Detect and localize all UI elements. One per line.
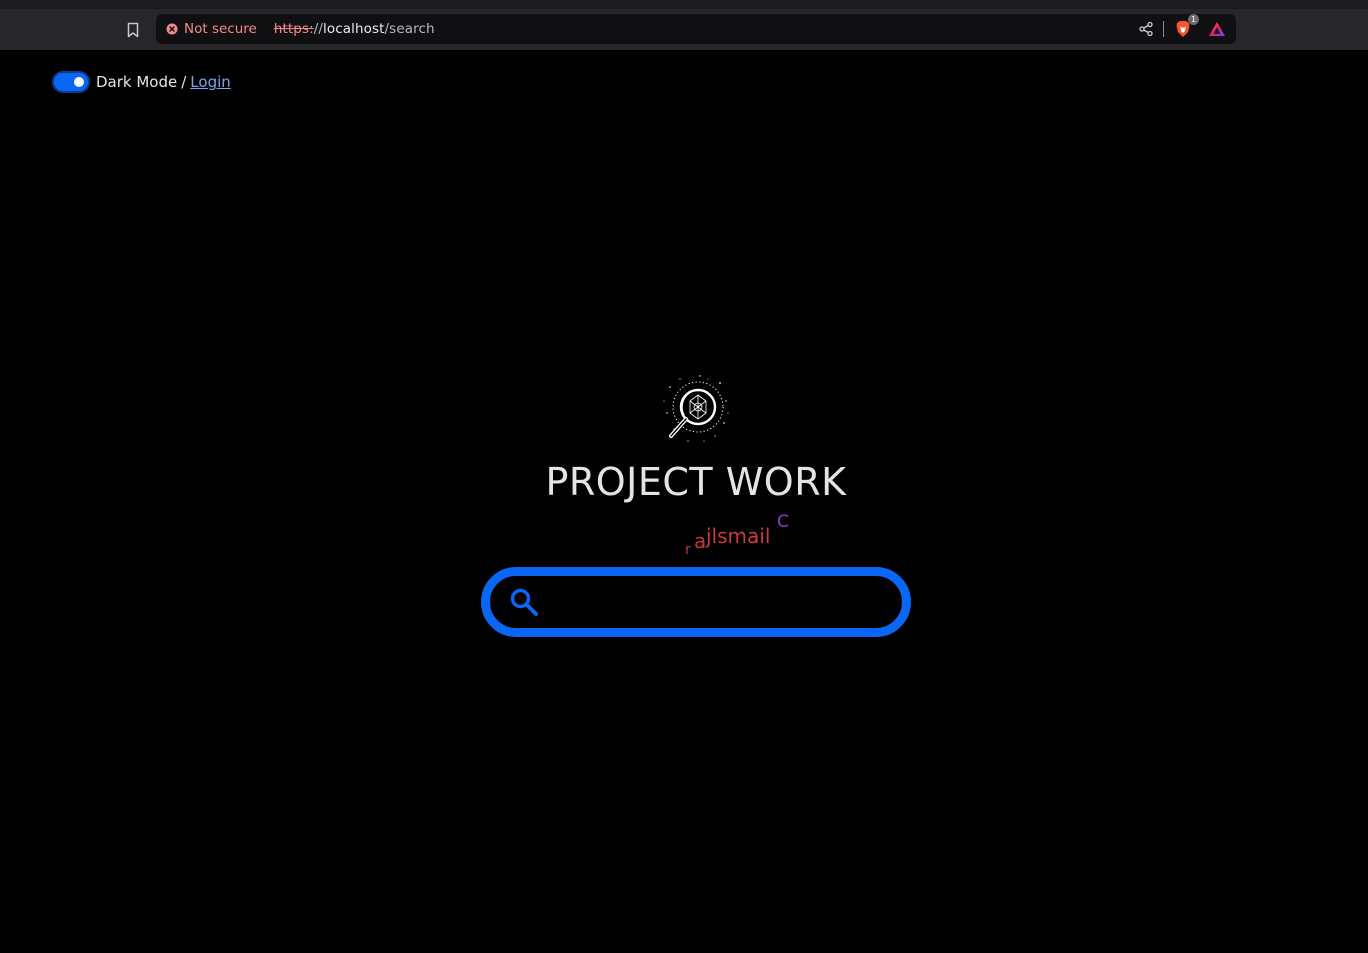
- top-controls: Dark Mode / Login: [52, 71, 231, 93]
- search-input[interactable]: [549, 576, 882, 628]
- credit-name: jlsmail: [706, 524, 771, 548]
- toggle-knob: [74, 77, 84, 87]
- search-button[interactable]: [509, 587, 539, 617]
- credit-letter-a: a: [694, 529, 707, 553]
- brave-rewards-button[interactable]: [1206, 18, 1228, 40]
- url-host: localhost: [323, 21, 385, 37]
- credit-letter-r: r: [685, 542, 691, 558]
- author-credit: r a jlsmail C: [684, 512, 804, 562]
- page-title: PROJECT WORK: [545, 460, 847, 504]
- tab-strip: [0, 0, 1368, 9]
- login-link[interactable]: Login: [190, 73, 230, 91]
- search-icon: [510, 588, 538, 616]
- browser-toolbar: Not secure https://localhost/search 1: [0, 9, 1368, 50]
- url-actions-divider: [1163, 21, 1164, 37]
- share-icon: [1139, 21, 1153, 37]
- bookmark-icon: [127, 22, 139, 38]
- address-bar[interactable]: Not secure https://localhost/search 1: [156, 14, 1236, 44]
- url-scheme: https:: [273, 21, 314, 37]
- logo-icon: [663, 375, 729, 442]
- security-label: Not secure: [184, 21, 257, 37]
- brave-shields-button[interactable]: 1: [1172, 14, 1199, 40]
- shields-count-badge: 1: [1188, 14, 1199, 25]
- credit-letter-c: C: [777, 512, 789, 532]
- security-indicator[interactable]: Not secure: [166, 14, 257, 44]
- bookmark-button[interactable]: [121, 19, 145, 41]
- search-bar[interactable]: [481, 567, 911, 637]
- insecure-icon: [166, 23, 178, 35]
- label-separator: /: [181, 73, 187, 91]
- url-separator: //: [313, 21, 324, 37]
- brave-rewards-icon: [1209, 22, 1225, 36]
- url-path: /search: [384, 21, 435, 37]
- share-button[interactable]: [1135, 18, 1157, 40]
- dark-mode-toggle[interactable]: [52, 71, 90, 93]
- url-text[interactable]: https://localhost/search: [274, 21, 435, 37]
- url-actions: 1: [1135, 14, 1228, 44]
- dark-mode-label: Dark Mode: [96, 73, 178, 91]
